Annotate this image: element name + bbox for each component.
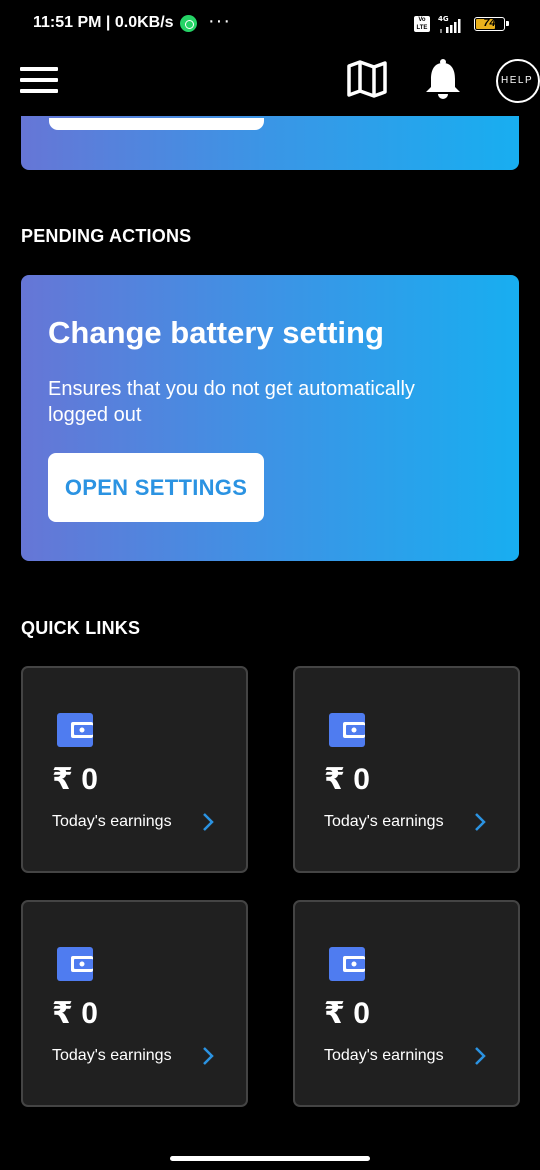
earnings-label: Today's earnings <box>324 1047 444 1064</box>
quick-link-tile[interactable]: ₹ 0 Today's earnings <box>21 900 248 1107</box>
signal-icon: 4G <box>438 15 461 33</box>
status-bar: 11:51 PM | 0.0KB/s ··· Vo LTE 4G 74 <box>0 0 540 48</box>
promo-card-button-partial[interactable] <box>49 118 264 130</box>
earnings-amount: ₹ 0 <box>52 997 98 1030</box>
help-button[interactable]: HELP <box>496 59 540 103</box>
earnings-amount: ₹ 0 <box>324 997 370 1030</box>
volte-icon: Vo LTE <box>414 16 430 32</box>
battery-setting-description: Ensures that you do not get automaticall… <box>48 378 415 426</box>
battery-icon: 74 <box>474 17 509 31</box>
wallet-icon <box>57 947 93 981</box>
notification-bell-icon[interactable] <box>424 58 462 100</box>
earnings-label: Today's earnings <box>324 813 444 830</box>
wallet-icon <box>329 713 365 747</box>
earnings-amount: ₹ 0 <box>52 763 98 796</box>
earnings-label: Today's earnings <box>52 813 172 830</box>
quick-link-tile[interactable]: ₹ 0 Today's earnings <box>21 666 248 873</box>
earnings-label: Today's earnings <box>52 1047 172 1064</box>
app-bar: HELP <box>0 48 540 116</box>
chevron-right-icon <box>475 1047 486 1065</box>
whatsapp-icon <box>180 15 197 32</box>
quick-link-tile[interactable]: ₹ 0 Today's earnings <box>293 900 520 1107</box>
earnings-amount: ₹ 0 <box>324 763 370 796</box>
chevron-right-icon <box>475 813 486 831</box>
battery-percent: 74 <box>483 17 496 29</box>
status-time: 11:51 PM | 0.0KB/s <box>33 14 174 31</box>
quick-link-tile[interactable]: ₹ 0 Today's earnings <box>293 666 520 873</box>
chevron-right-icon <box>203 813 214 831</box>
network-type-label: 4G <box>438 15 449 23</box>
wallet-icon <box>57 713 93 747</box>
pending-actions-heading: PENDING ACTIONS <box>21 226 192 246</box>
open-settings-button[interactable]: OPEN SETTINGS <box>48 453 264 522</box>
chevron-right-icon <box>203 1047 214 1065</box>
map-icon[interactable] <box>346 59 388 99</box>
more-notifications-icon: ··· <box>208 10 231 32</box>
battery-setting-card: Change battery setting Ensures that you … <box>21 275 519 561</box>
home-indicator[interactable] <box>170 1156 370 1161</box>
hamburger-menu-icon[interactable] <box>20 67 58 94</box>
wallet-icon <box>329 947 365 981</box>
quick-links-heading: QUICK LINKS <box>21 618 141 638</box>
battery-setting-title: Change battery setting <box>48 315 384 350</box>
